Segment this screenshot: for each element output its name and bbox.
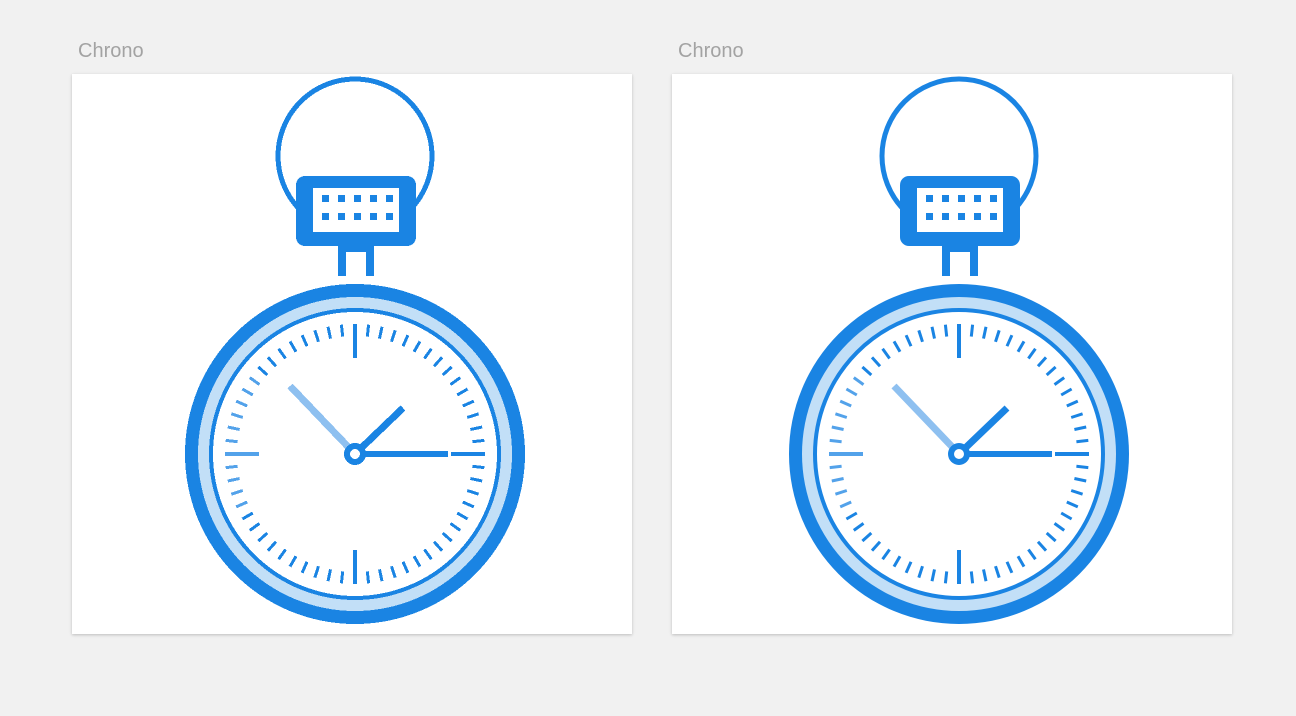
crown-dot bbox=[354, 195, 361, 202]
tick-mark bbox=[943, 571, 949, 584]
tick-mark bbox=[365, 324, 371, 337]
crown-dot bbox=[926, 195, 933, 202]
crown-dot bbox=[990, 213, 997, 220]
center-pin-hole bbox=[350, 449, 360, 459]
crown-dot bbox=[958, 213, 965, 220]
center-pin-hole bbox=[954, 449, 964, 459]
crown-dot bbox=[354, 213, 361, 220]
stem-bar bbox=[942, 244, 978, 252]
crown-dot bbox=[942, 195, 949, 202]
stem-bar bbox=[338, 244, 374, 252]
crown-dot bbox=[322, 213, 329, 220]
tick-mark bbox=[225, 438, 238, 444]
crown-dot bbox=[370, 195, 377, 202]
stopwatch-icon bbox=[789, 76, 1129, 624]
tick-mark bbox=[365, 571, 371, 584]
crown-dot bbox=[958, 195, 965, 202]
artboard-canvas[interactable] bbox=[672, 74, 1232, 634]
stopwatch-icon bbox=[185, 76, 525, 624]
crown-dot bbox=[338, 195, 345, 202]
crown-dot bbox=[370, 213, 377, 220]
tick-mark bbox=[339, 571, 345, 584]
tick-mark bbox=[1076, 438, 1089, 444]
tick-mark bbox=[943, 324, 949, 337]
crown-dot bbox=[974, 195, 981, 202]
crown-dot bbox=[386, 213, 393, 220]
artboard-title[interactable]: Chrono bbox=[78, 40, 144, 63]
crown-dot bbox=[338, 213, 345, 220]
tick-mark bbox=[339, 324, 345, 337]
tick-mark bbox=[969, 571, 975, 584]
crown-dot bbox=[926, 213, 933, 220]
tick-mark bbox=[1076, 464, 1089, 470]
tick-mark bbox=[829, 464, 842, 470]
crown-window bbox=[313, 188, 399, 232]
crown-dot bbox=[386, 195, 393, 202]
crown-dot bbox=[990, 195, 997, 202]
tick-mark bbox=[225, 464, 238, 470]
crown-dot bbox=[942, 213, 949, 220]
crown-dot bbox=[974, 213, 981, 220]
crown-dot bbox=[322, 195, 329, 202]
tick-mark bbox=[829, 438, 842, 444]
watch-group bbox=[185, 76, 525, 624]
artboard-canvas[interactable] bbox=[72, 74, 632, 634]
tick-mark bbox=[472, 464, 485, 470]
artboard-title[interactable]: Chrono bbox=[678, 40, 744, 63]
tick-mark bbox=[969, 324, 975, 337]
tick-mark bbox=[472, 438, 485, 444]
watch-group bbox=[789, 76, 1129, 624]
crown-window bbox=[917, 188, 1003, 232]
